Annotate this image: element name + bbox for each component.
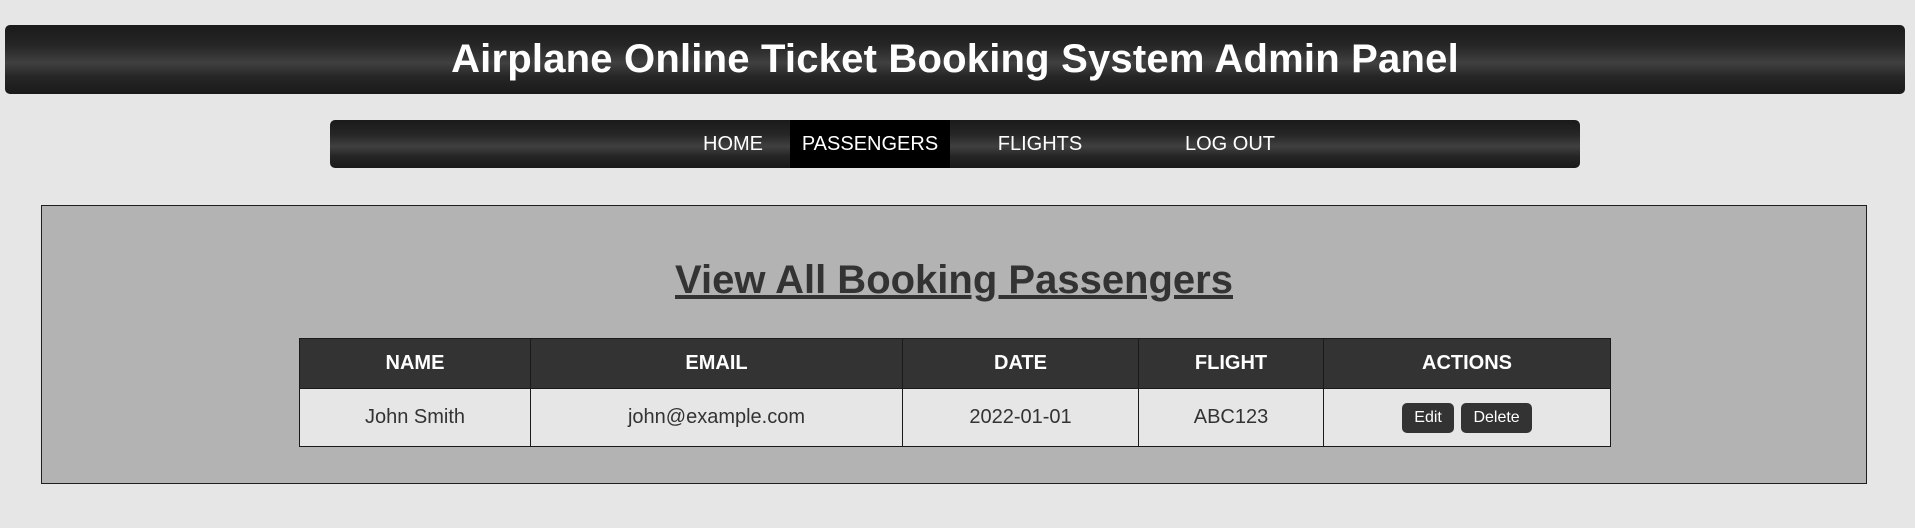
site-title: Airplane Online Ticket Booking System Ad…	[451, 37, 1459, 81]
column-header-date: DATE	[902, 338, 1139, 389]
cell-name: John Smith	[299, 388, 531, 447]
passengers-table: NAME EMAIL DATE FLIGHT ACTIONS John Smit…	[299, 338, 1611, 447]
nav-item-passengers[interactable]: PASSENGERS	[790, 120, 950, 168]
content-panel: View All Booking Passengers NAME EMAIL D…	[41, 205, 1867, 484]
cell-actions: Edit Delete	[1323, 388, 1611, 447]
column-header-flight: FLIGHT	[1138, 338, 1324, 389]
column-header-name: NAME	[299, 338, 531, 389]
edit-button[interactable]: Edit	[1402, 402, 1454, 433]
site-header: Airplane Online Ticket Booking System Ad…	[5, 25, 1905, 94]
delete-button[interactable]: Delete	[1461, 402, 1532, 433]
nav-item-home[interactable]: HOME	[660, 120, 806, 168]
column-header-actions: ACTIONS	[1323, 338, 1611, 389]
page-title: View All Booking Passengers	[675, 258, 1233, 302]
cell-email: john@example.com	[530, 388, 903, 447]
cell-flight: ABC123	[1138, 388, 1324, 447]
column-header-email: EMAIL	[530, 338, 903, 389]
nav-item-logout[interactable]: LOG OUT	[1150, 120, 1310, 168]
cell-date: 2022-01-01	[902, 388, 1139, 447]
main-nav: HOME PASSENGERS FLIGHTS LOG OUT	[330, 120, 1580, 168]
nav-item-flights[interactable]: FLIGHTS	[970, 120, 1110, 168]
table-row: John Smith john@example.com 2022-01-01 A…	[299, 388, 1611, 447]
table-header-row: NAME EMAIL DATE FLIGHT ACTIONS	[299, 338, 1611, 389]
